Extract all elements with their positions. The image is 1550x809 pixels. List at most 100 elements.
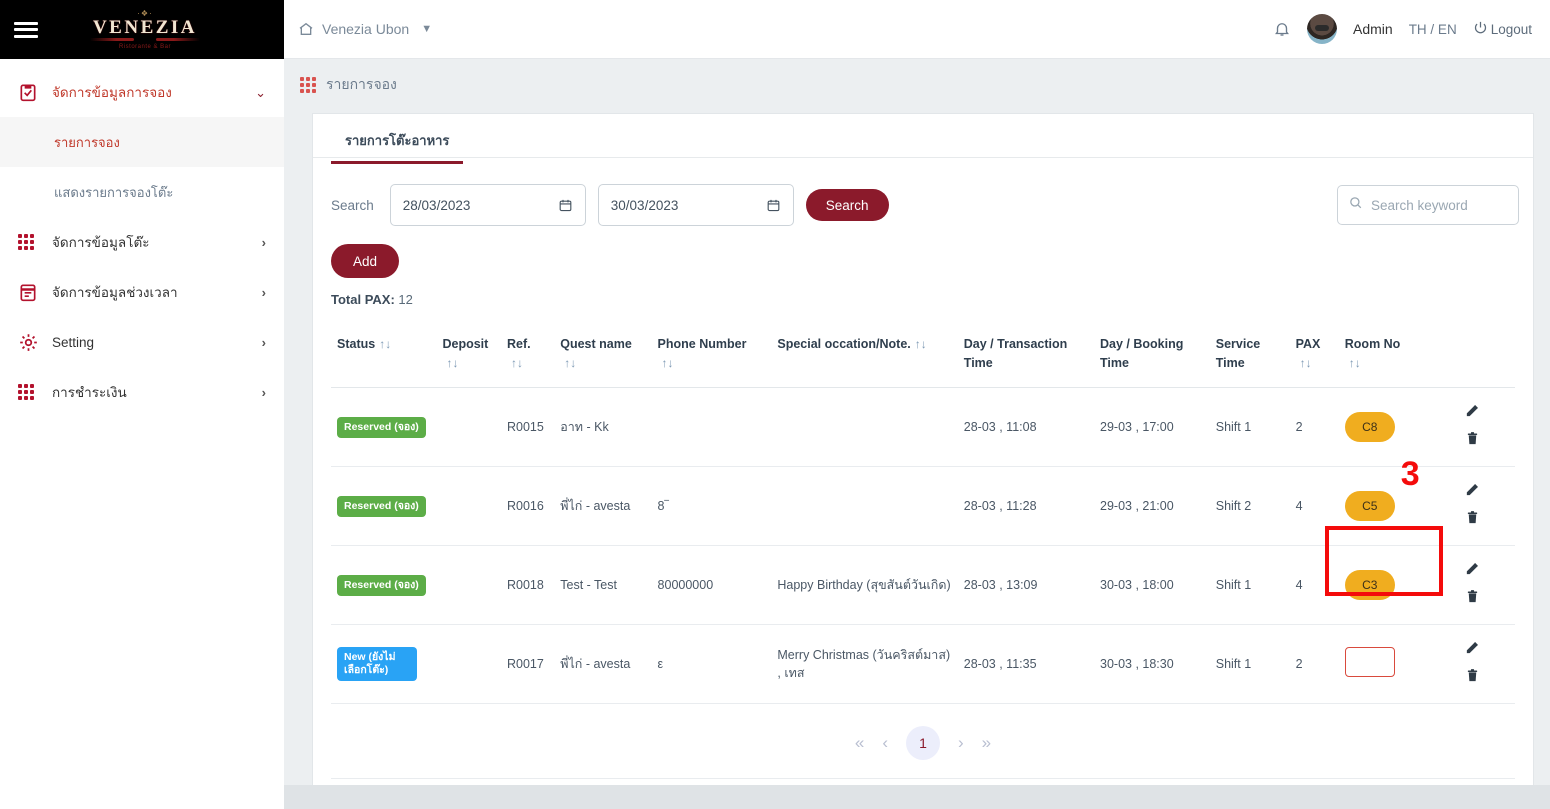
date-to-input[interactable]: 30/03/2023	[597, 184, 794, 226]
date-from-input[interactable]: 28/03/2023	[389, 184, 586, 226]
cell-ref: R0017	[501, 624, 555, 704]
col-room-no: Room No ↑↓	[1338, 327, 1454, 388]
pagination-prev[interactable]: ‹	[882, 733, 888, 753]
cell-phone	[651, 387, 772, 467]
cell-pax: 2	[1289, 387, 1339, 467]
col-label: Phone Number	[657, 337, 747, 351]
date-to-value: 30/03/2023	[610, 197, 679, 213]
col-label: Day / Transaction Time	[963, 337, 1068, 370]
pagination-page-1[interactable]: 1	[906, 726, 940, 760]
pagination-next[interactable]: ›	[958, 733, 964, 753]
breadcrumb-label: Venezia Ubon	[322, 21, 410, 37]
col-label: Ref.	[507, 337, 531, 351]
trash-icon[interactable]	[1465, 588, 1480, 610]
sidebar-item-booking-management[interactable]: จัดการข้อมูลการจอง ⌄	[0, 67, 284, 117]
breadcrumb[interactable]: Venezia Ubon ▼	[298, 21, 432, 37]
sort-icon[interactable]: ↑↓	[564, 356, 576, 370]
avatar[interactable]	[1307, 14, 1337, 44]
cell-ref: R0015	[501, 387, 555, 467]
search-button[interactable]: Search	[805, 189, 889, 221]
chevron-right-icon[interactable]: ›	[262, 236, 266, 249]
sidebar-item-setting[interactable]: Setting ›	[0, 317, 284, 367]
page-header: รายการจอง	[284, 59, 1550, 111]
total-pax-label: Total PAX:	[331, 292, 395, 307]
pagination-last[interactable]: »	[982, 733, 991, 753]
cell-room-no: C8	[1338, 387, 1454, 467]
sort-icon[interactable]: ↑↓	[662, 356, 674, 370]
sidebar-item-table-management[interactable]: จัดการข้อมูลโต๊ะ ›	[0, 217, 284, 267]
trash-icon[interactable]	[1465, 509, 1480, 531]
search-keyword-box[interactable]	[1337, 185, 1519, 225]
content-card: รายการโต๊ะอาหาร Search 28/03/2023 30/03/…	[312, 113, 1534, 796]
chevron-right-icon[interactable]: ›	[262, 386, 266, 399]
logout-button[interactable]: Logout	[1473, 20, 1532, 38]
status-badge: Reserved (จอง)	[337, 495, 426, 517]
col-deposit: Deposit ↑↓	[436, 327, 501, 388]
sidebar-subitem-label: รายการจอง	[54, 134, 120, 150]
cell-note	[771, 387, 958, 467]
table-row: Reserved (จอง) R0018 Test - Test 80000000 Ha…	[331, 525, 1515, 625]
total-pax: Total PAX: 12	[331, 292, 1533, 307]
sidebar-item-payment[interactable]: การชำระเงิน ›	[0, 367, 284, 417]
sort-icon[interactable]: ↑↓	[1300, 356, 1312, 370]
cell-note: Happy Birthday (สุขสันต์วันเกิด)	[771, 545, 958, 625]
annotation-marker: 3	[1400, 455, 1420, 493]
sidebar-subitem-table-booking-list[interactable]: แสดงรายการจองโต๊ะ	[0, 167, 284, 217]
sidebar-subitem-booking-list[interactable]: รายการจอง	[0, 117, 284, 167]
grid-dots-icon	[18, 234, 52, 250]
col-booking-time: Day / Booking Time	[1094, 327, 1210, 388]
chevron-right-icon[interactable]: ›	[262, 286, 266, 299]
sidebar-item-label: จัดการข้อมูลโต๊ะ	[52, 235, 150, 250]
chevron-right-icon[interactable]: ›	[262, 336, 266, 349]
col-label: Room No	[1344, 337, 1401, 351]
room-no-pill[interactable]: C8	[1344, 412, 1395, 442]
chevron-down-icon[interactable]: ⌄	[255, 86, 266, 99]
calendar-icon	[18, 282, 52, 302]
cell-service-time: Shift 2	[1209, 466, 1290, 546]
sort-icon[interactable]: ↑↓	[1349, 356, 1361, 370]
edit-pencil-icon[interactable]	[1464, 639, 1481, 661]
cell-transaction-time: 28-03 , 13:09	[957, 545, 1094, 625]
calendar-icon[interactable]	[558, 198, 573, 213]
power-icon	[1473, 20, 1488, 38]
cell-actions	[1453, 624, 1515, 704]
trash-icon[interactable]	[1465, 430, 1480, 452]
logo-swash	[90, 36, 200, 43]
cell-pax: 4	[1289, 545, 1339, 625]
cell-ref: R0018	[501, 545, 555, 625]
logo-bottom-ornament: Ristorante & Bar	[118, 44, 172, 50]
tab-restaurant-tables[interactable]: รายการโต๊ะอาหาร	[331, 130, 464, 164]
main-area: Venezia Ubon ▼ Admin TH / EN Logout รายก…	[284, 0, 1550, 809]
cell-booking-time: 29-03 , 17:00	[1094, 387, 1210, 467]
add-button[interactable]: Add	[331, 244, 400, 278]
search-input[interactable]	[1371, 197, 1501, 213]
sort-icon[interactable]: ↑↓	[379, 337, 391, 351]
chevron-down-icon[interactable]: ▼	[421, 23, 432, 35]
gear-icon	[18, 332, 52, 353]
edit-pencil-icon[interactable]	[1464, 402, 1481, 424]
room-no-pill[interactable]: C5	[1344, 491, 1395, 521]
edit-pencil-icon[interactable]	[1464, 481, 1481, 503]
cell-actions	[1453, 545, 1515, 625]
cell-phone: 8‾	[651, 466, 772, 546]
cell-status: Reserved (จอง)	[331, 545, 437, 625]
sort-icon[interactable]: ↑↓	[446, 356, 458, 370]
trash-icon[interactable]	[1465, 667, 1480, 689]
bell-icon[interactable]	[1273, 20, 1291, 38]
sidebar-item-timeslot-management[interactable]: จัดการข้อมูลช่วงเวลา ›	[0, 267, 284, 317]
room-no-pill[interactable]: C3	[1344, 570, 1395, 600]
sort-icon[interactable]: ↑↓	[915, 337, 927, 351]
cell-booking-time: 29-03 , 21:00	[1094, 466, 1210, 546]
language-switcher[interactable]: TH / EN	[1409, 22, 1457, 37]
cell-service-time: Shift 1	[1209, 545, 1290, 625]
col-label: Status	[337, 337, 376, 351]
edit-pencil-icon[interactable]	[1464, 560, 1481, 582]
cell-deposit	[436, 624, 501, 704]
sort-icon[interactable]: ↑↓	[511, 356, 523, 370]
pagination-first[interactable]: «	[855, 733, 864, 753]
cell-pax: 2	[1289, 624, 1339, 704]
hamburger-icon[interactable]	[12, 19, 40, 41]
table-head: Status ↑↓ Deposit ↑↓ Ref. ↑↓ Quest name ↑↓	[331, 327, 1515, 388]
room-no-empty[interactable]	[1344, 646, 1395, 677]
calendar-icon[interactable]	[766, 198, 781, 213]
